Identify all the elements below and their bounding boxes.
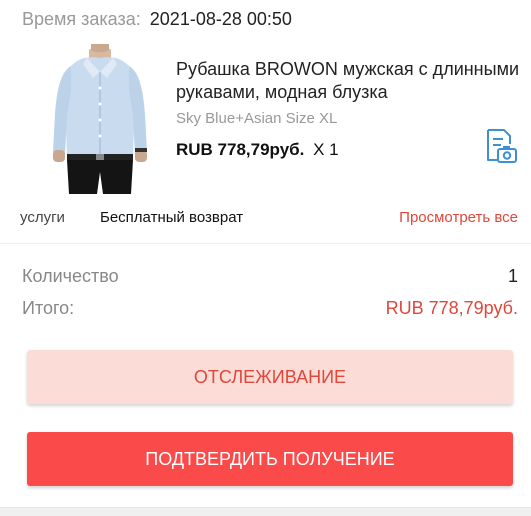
track-order-button[interactable]: ОТСЛЕЖИВАНИЕ [27, 350, 513, 404]
order-time-value: 2021-08-28 00:50 [149, 9, 292, 29]
product-quantity: X 1 [313, 140, 339, 159]
divider [0, 243, 531, 244]
product-price: RUB 778,79руб. [176, 140, 305, 159]
quantity-value: 1 [507, 266, 518, 286]
total-row: Итого: RUB 778,79руб. [22, 296, 518, 320]
photo-review-icon[interactable] [484, 128, 518, 164]
order-time: Время заказа: 2021-08-28 00:50 [22, 8, 292, 30]
order-detail-page: Время заказа: 2021-08-28 00:50 Рубашка B… [0, 0, 531, 516]
product-price-row: RUB 778,79руб. X 1 [176, 140, 339, 160]
view-all-link[interactable]: Просмотреть все [399, 207, 518, 229]
quantity-row: Количество 1 [22, 264, 518, 288]
bottom-separator [0, 507, 531, 516]
shirt-product-image-icon [37, 44, 165, 194]
confirm-receipt-button[interactable]: ПОДТВЕРДИТЬ ПОЛУЧЕНИЕ [27, 432, 513, 486]
free-return-text: Бесплатный возврат [100, 209, 244, 226]
total-label: Итого: [22, 298, 75, 318]
quantity-label: Количество [22, 266, 119, 286]
services-row: услуги Бесплатный возврат Просмотреть вс… [20, 207, 520, 229]
services-label: услуги [20, 209, 65, 226]
total-value: RUB 778,79руб. [385, 298, 518, 318]
order-time-label: Время заказа: [22, 9, 141, 29]
product-title[interactable]: Рубашка BROWON мужская с длинными рукава… [176, 58, 521, 104]
product-image[interactable] [37, 44, 165, 194]
product-variant: Sky Blue+Asian Size XL [176, 110, 338, 127]
